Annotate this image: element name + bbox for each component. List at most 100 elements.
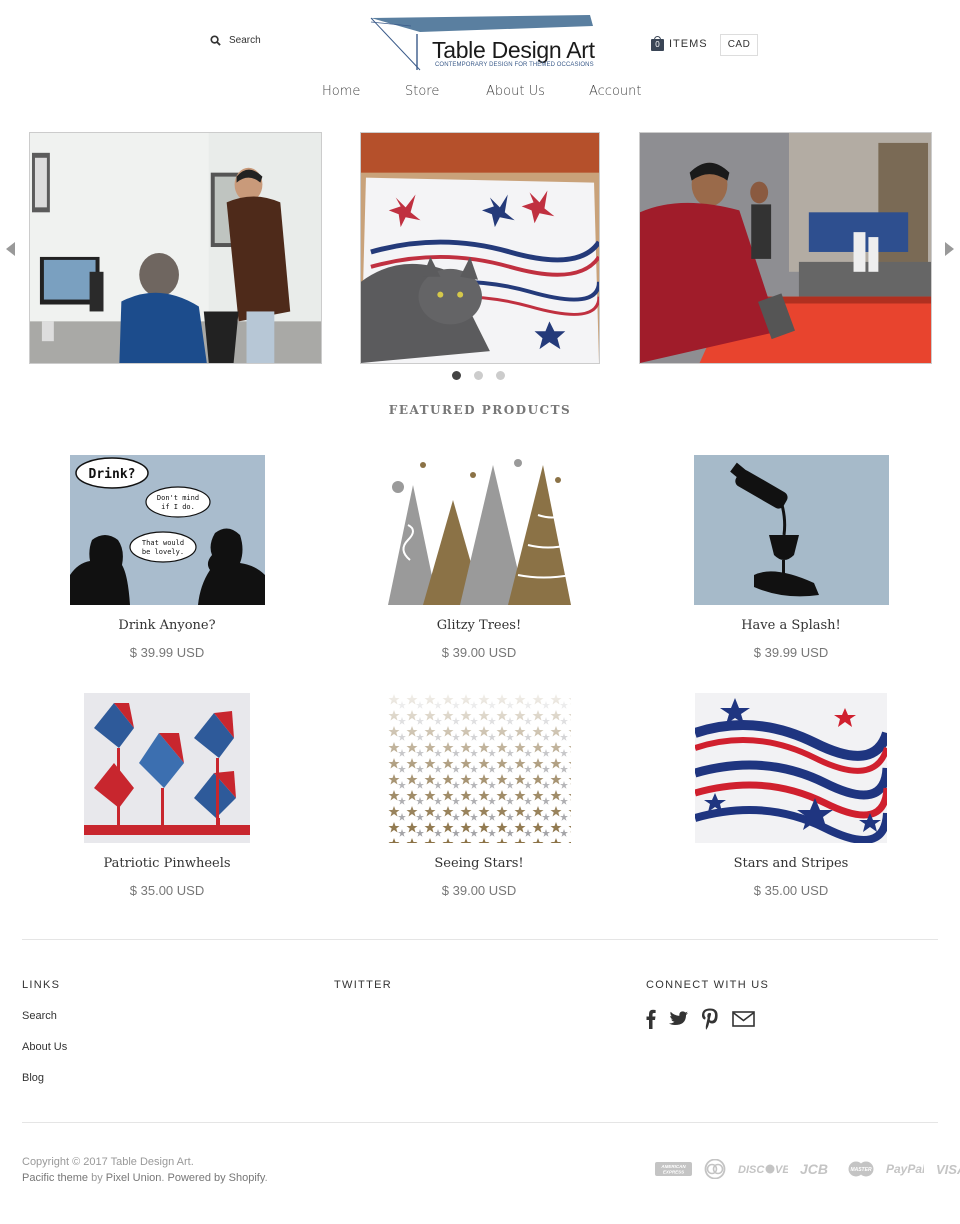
- currency-selector[interactable]: CAD: [720, 34, 758, 56]
- slide-dot-2[interactable]: [474, 371, 483, 380]
- slide-screenprint-photo[interactable]: [639, 132, 932, 364]
- credits-period: .: [264, 1172, 268, 1184]
- product-name[interactable]: Patriotic Pinwheels: [47, 856, 287, 871]
- logo-title: Table Design Art: [432, 37, 595, 63]
- footer-link-blog[interactable]: Blog: [22, 1072, 67, 1084]
- bubble-that-would-text: That would: [141, 539, 183, 547]
- product-image[interactable]: [693, 455, 889, 605]
- bubble-lovely-text: be lovely.: [141, 548, 183, 556]
- bubble-drink-text: Drink?: [88, 467, 135, 482]
- product-card[interactable]: Seeing Stars! $ 39.00 USD: [359, 693, 599, 898]
- payment-icons: AMERICANEXPRESS DISC VER JCB MASTER PayPa…: [655, 1158, 960, 1182]
- product-card[interactable]: Glitzy Trees! $ 39.00 USD: [359, 455, 599, 660]
- product-price: $ 39.00 USD: [441, 883, 517, 898]
- theme-link[interactable]: Pacific theme: [22, 1172, 88, 1184]
- seeing-stars-image: [387, 693, 571, 843]
- footer-link-search[interactable]: Search: [22, 1010, 67, 1022]
- bubble-dont-mind-text: Don't mind: [156, 494, 198, 502]
- slide-dot-3[interactable]: [496, 371, 505, 380]
- footer-links-column: LINKS Search About Us Blog: [22, 979, 67, 1084]
- footer-twitter-title: TWITTER: [334, 979, 392, 991]
- cart-link[interactable]: 0 ITEMS: [651, 36, 708, 51]
- nav-store[interactable]: Store: [405, 84, 439, 99]
- product-image[interactable]: [387, 455, 571, 605]
- credits-by: by: [88, 1172, 106, 1184]
- product-name[interactable]: Have a Splash!: [671, 618, 911, 633]
- cart-count: 0: [651, 39, 664, 51]
- pinterest-icon[interactable]: [701, 1008, 719, 1030]
- powered-by-link[interactable]: Powered by Shopify: [168, 1172, 265, 1184]
- author-link[interactable]: Pixel Union: [106, 1172, 162, 1184]
- svg-text:VER: VER: [775, 1164, 788, 1176]
- site-logo[interactable]: Table Design Art CONTEMPORARY DESIGN FOR…: [365, 12, 600, 72]
- paypal-icon: PayPal: [886, 1162, 926, 1179]
- jcb-icon: JCB: [800, 1161, 836, 1179]
- amex-icon: AMERICAN EXPRESS: [655, 1162, 692, 1179]
- search-icon: [210, 35, 221, 46]
- svg-text:VISA: VISA: [936, 1162, 960, 1176]
- product-image[interactable]: [387, 693, 571, 843]
- slideshow-next-arrow-icon[interactable]: [945, 242, 954, 256]
- bubble-if-i-do-text: if I do.: [161, 503, 195, 511]
- email-icon[interactable]: [732, 1011, 755, 1027]
- have-a-splash-image: [693, 455, 889, 605]
- product-card[interactable]: Patriotic Pinwheels $ 35.00 USD: [47, 693, 287, 898]
- product-name[interactable]: Seeing Stars!: [359, 856, 599, 871]
- featured-products-title: FEATURED PRODUCTS: [388, 403, 572, 417]
- product-card[interactable]: Drink? Don't mind if I do. That would be…: [47, 455, 287, 660]
- product-name[interactable]: Stars and Stripes: [671, 856, 911, 871]
- copyright-text: Copyright © 2017 Table Design Art.: [22, 1156, 194, 1168]
- product-price: $ 35.00 USD: [129, 883, 205, 898]
- footer-connect-column: CONNECT WITH US: [646, 979, 769, 1030]
- footer-twitter-column: TWITTER: [334, 979, 392, 991]
- mastercard-icon: MASTER: [848, 1161, 874, 1180]
- drink-anyone-image: Drink? Don't mind if I do. That would be…: [69, 455, 265, 605]
- product-price: $ 39.00 USD: [441, 645, 517, 660]
- diners-club-icon: [704, 1158, 726, 1182]
- copyright: Copyright © 2017 Table Design Art. Pacif…: [22, 1154, 268, 1186]
- credits-line: Pacific theme by Pixel Union. Powered by…: [22, 1170, 268, 1186]
- svg-text:MASTER: MASTER: [850, 1167, 872, 1173]
- slide-office-photo[interactable]: [29, 132, 322, 364]
- logo-tagline: CONTEMPORARY DESIGN FOR THEMED OCCASIONS: [435, 62, 594, 68]
- cat-photo-image: [361, 133, 599, 363]
- nav-about-us[interactable]: About Us: [486, 84, 545, 99]
- product-price: $ 39.99 USD: [753, 645, 829, 660]
- search-label: Search: [229, 35, 261, 46]
- product-image[interactable]: [84, 693, 250, 843]
- footer-links-title: LINKS: [22, 979, 61, 991]
- product-card[interactable]: Stars and Stripes $ 35.00 USD: [671, 693, 911, 898]
- slide-dot-1[interactable]: [452, 371, 461, 380]
- footer-link-about-us[interactable]: About Us: [22, 1041, 67, 1053]
- social-links: [646, 1008, 769, 1030]
- nav-account[interactable]: Account: [589, 84, 642, 99]
- cart-label: ITEMS: [669, 37, 708, 50]
- office-photo-image: [30, 133, 321, 363]
- product-price: $ 39.99 USD: [129, 645, 205, 660]
- svg-text:JCB: JCB: [800, 1162, 828, 1176]
- glitzy-trees-image: [387, 455, 571, 605]
- footer-divider-top: [22, 939, 938, 940]
- product-name[interactable]: Drink Anyone?: [47, 618, 287, 633]
- product-name[interactable]: Glitzy Trees!: [359, 618, 599, 633]
- slideshow: [0, 132, 960, 384]
- slide-cat-photo[interactable]: [360, 132, 600, 364]
- facebook-icon[interactable]: [646, 1009, 656, 1029]
- nav-home[interactable]: Home: [322, 84, 360, 99]
- product-price: $ 35.00 USD: [753, 883, 829, 898]
- slideshow-pagination: [452, 371, 505, 380]
- svg-text:AMERICAN: AMERICAN: [660, 1164, 686, 1169]
- footer-divider-bottom: [22, 1122, 938, 1123]
- patriotic-pinwheels-image: [84, 693, 250, 843]
- svg-text:DISC: DISC: [738, 1164, 765, 1176]
- product-image[interactable]: Drink? Don't mind if I do. That would be…: [69, 455, 265, 605]
- twitter-icon[interactable]: [669, 1011, 688, 1027]
- slideshow-prev-arrow-icon[interactable]: [6, 242, 15, 256]
- shopping-bag-icon: 0: [651, 36, 664, 51]
- site-header: Search Table Design Art CONTEMPORARY DES…: [0, 0, 960, 120]
- visa-icon: VISA: [936, 1162, 960, 1179]
- product-image[interactable]: [695, 693, 887, 843]
- search-link[interactable]: Search: [210, 35, 261, 46]
- product-card[interactable]: Have a Splash! $ 39.99 USD: [671, 455, 911, 660]
- stars-and-stripes-image: [695, 693, 887, 843]
